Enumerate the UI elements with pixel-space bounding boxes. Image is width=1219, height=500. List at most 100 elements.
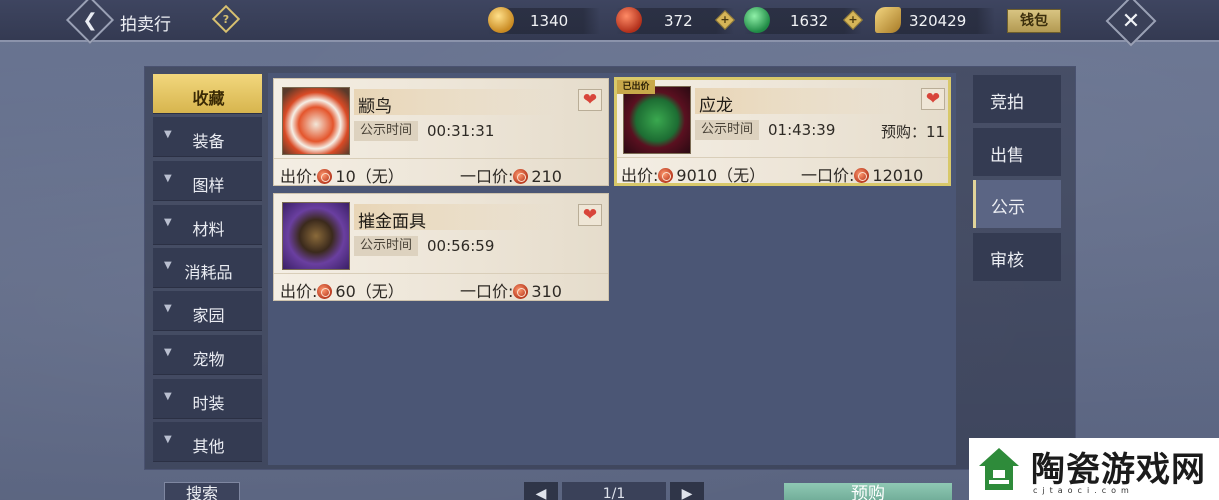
category-label: 消耗品 [184, 263, 233, 282]
bid-placed-badge: 已出价 [617, 80, 655, 94]
bid-label: 出价: [280, 282, 318, 301]
tab-label: 审核 [990, 251, 1024, 271]
bid-label: 出价: [621, 166, 659, 185]
favorite-heart-icon[interactable]: ❤ [578, 204, 602, 226]
silver-leaf-icon [875, 7, 901, 33]
buyout-label: 一口价: [801, 166, 855, 185]
bid-value: 9010（无） [676, 166, 766, 185]
category-label: 时装 [192, 394, 225, 413]
tab-public[interactable]: 公示 [973, 180, 1061, 228]
public-time: 00:31:31 [427, 122, 495, 140]
item-card[interactable]: 颛鸟 公示时间 00:31:31 ❤ 出价: 10（无） 一口价: 210 [273, 78, 609, 186]
pagination: ◀ 1/1 ▶ [524, 482, 704, 500]
chevron-left-icon: ❮ [82, 9, 98, 31]
watermark-logo: 陶瓷游戏网 cjtaoci.com [969, 438, 1219, 500]
currency-value: 1340 [530, 12, 569, 30]
add-currency-button[interactable]: + [715, 10, 735, 30]
question-icon: ? [222, 12, 230, 26]
currency-red: 372 + [616, 7, 735, 34]
watermark-text: 陶瓷游戏网 [1031, 450, 1206, 490]
category-label: 材料 [192, 220, 225, 239]
category-consumables[interactable]: ▼ 消耗品 [153, 248, 262, 288]
red-coin-icon [854, 168, 870, 183]
category-patterns[interactable]: ▼ 图样 [153, 161, 262, 201]
category-label: 图样 [192, 176, 225, 195]
buyout-price: 一口价: 210 [460, 163, 562, 187]
page-title: 拍卖行 [120, 15, 171, 35]
public-time-label: 公示时间 [354, 121, 418, 141]
page-indicator: 1/1 [562, 482, 666, 500]
divider [274, 158, 608, 159]
buyout-price: 一口价: 12010 [801, 162, 923, 186]
house-logo-icon [979, 448, 1019, 490]
buyout-price: 一口价: 310 [460, 278, 562, 302]
bid-price: 出价: 60（无） [280, 278, 404, 302]
public-time-label: 公示时间 [354, 236, 418, 256]
item-image-gold-mask [282, 202, 350, 270]
public-time-label: 公示时间 [695, 120, 759, 140]
category-pets[interactable]: ▼ 宠物 [153, 335, 262, 375]
red-coin-icon [658, 168, 674, 183]
buyout-value: 210 [531, 167, 562, 186]
tab-selling[interactable]: 出售 [973, 128, 1061, 176]
category-fashion[interactable]: ▼ 时装 [153, 379, 262, 419]
preorder-button[interactable]: 预购 [784, 483, 952, 500]
help-button[interactable]: ? [211, 4, 241, 34]
category-favorites[interactable]: 收藏 [153, 74, 262, 114]
red-coin-icon [317, 169, 333, 184]
currency-value: 1632 [790, 12, 829, 30]
item-card[interactable]: 已出价 应龙 公示时间 01:43:39 预购：11 ❤ 出价: 9010（无） … [614, 77, 951, 186]
category-home[interactable]: ▼ 家园 [153, 291, 262, 331]
tab-bidding[interactable]: 竞拍 [973, 75, 1061, 123]
prev-page-button[interactable]: ◀ [524, 482, 558, 500]
preorder-count: 预购：11 [881, 123, 946, 141]
category-label: 收藏 [192, 89, 225, 108]
red-coin-icon [616, 7, 642, 33]
divider [617, 157, 948, 158]
category-label: 宠物 [192, 350, 225, 369]
search-button[interactable]: 搜索 [164, 482, 240, 500]
tab-label: 出售 [990, 146, 1024, 166]
bid-value: 10（无） [335, 167, 404, 186]
category-materials[interactable]: ▼ 材料 [153, 205, 262, 245]
red-coin-icon [513, 284, 529, 299]
bid-price: 出价: 9010（无） [621, 162, 765, 186]
close-button[interactable]: ✕ [1105, 0, 1157, 47]
close-icon: ✕ [1121, 8, 1141, 34]
item-name: 摧金面具 [358, 212, 426, 232]
item-card[interactable]: 摧金面具 公示时间 00:56:59 ❤ 出价: 60（无） 一口价: 310 [273, 193, 609, 301]
public-time: 01:43:39 [768, 121, 836, 139]
buyout-value: 310 [531, 282, 562, 301]
prev-arrow-icon: ◀ [535, 486, 547, 500]
buyout-value: 12010 [872, 166, 924, 185]
next-page-button[interactable]: ▶ [670, 482, 704, 500]
item-name: 应龙 [699, 96, 733, 116]
item-name: 颛鸟 [358, 97, 392, 117]
currency-value: 320429 [909, 12, 967, 30]
favorite-heart-icon[interactable]: ❤ [578, 89, 602, 111]
divider [274, 273, 608, 274]
red-coin-icon [513, 169, 529, 184]
category-other[interactable]: ▼ 其他 [153, 422, 262, 462]
bid-label: 出价: [280, 167, 318, 186]
plus-icon: + [848, 13, 858, 26]
tab-label: 竞拍 [990, 93, 1024, 113]
wallet-button[interactable]: 钱包 [1007, 9, 1061, 33]
tab-label: 公示 [991, 198, 1025, 218]
favorite-heart-icon[interactable]: ❤ [921, 88, 945, 110]
add-currency-button[interactable]: + [843, 10, 863, 30]
item-image-dragon-egg [623, 86, 691, 154]
currency-jade: 1632 + [744, 7, 863, 34]
category-label: 家园 [192, 306, 225, 325]
category-label: 其他 [192, 437, 225, 456]
category-equipment[interactable]: ▼ 装备 [153, 117, 262, 157]
watermark-url: cjtaoci.com [1033, 486, 1134, 495]
tab-review[interactable]: 审核 [973, 233, 1061, 281]
bid-price: 出价: 10（无） [280, 163, 404, 187]
item-image-bird-egg [282, 87, 350, 155]
currency-silver: 320429 [875, 7, 995, 34]
buyout-label: 一口价: [460, 167, 514, 186]
back-button[interactable]: ❮ [65, 0, 115, 45]
top-bar: ❮ 拍卖行 ? 1340 372 + 1632 + 320429 钱包 ✕ [0, 0, 1219, 47]
jade-coin-icon [744, 7, 770, 33]
